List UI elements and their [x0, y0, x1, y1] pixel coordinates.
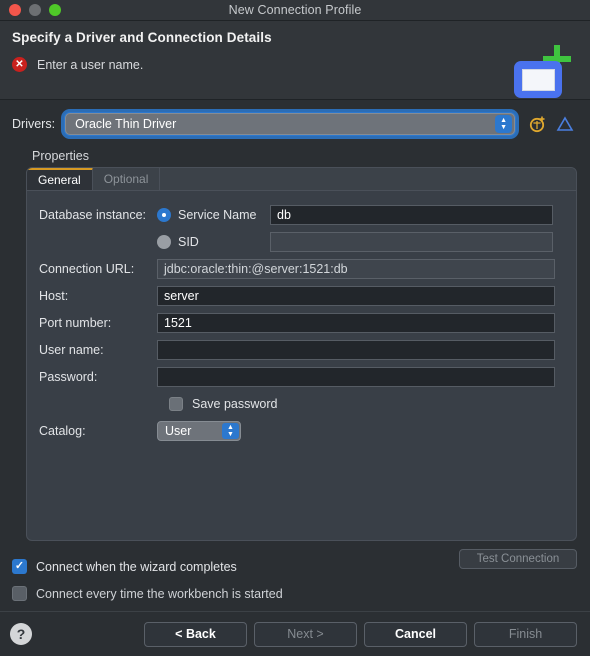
tab-general[interactable]: General: [27, 168, 93, 190]
wizard-header: Specify a Driver and Connection Details …: [0, 21, 590, 100]
catalog-select[interactable]: User ▲ ▼: [157, 420, 241, 441]
catalog-row: Catalog: User ▲ ▼: [27, 417, 576, 444]
sid-radio-dot: [157, 234, 171, 249]
next-button[interactable]: Next >: [254, 621, 357, 647]
new-connection-profile-dialog: New Connection Profile Specify a Driver …: [0, 0, 590, 656]
properties-tabs: General Optional: [27, 168, 576, 191]
port-input[interactable]: 1521: [157, 312, 555, 333]
drivers-select[interactable]: Oracle Thin Driver ▲ ▼: [64, 112, 517, 136]
connection-profile-graphic: [504, 44, 576, 98]
password-input[interactable]: [157, 366, 555, 387]
back-button[interactable]: < Back: [144, 621, 247, 647]
save-password-row[interactable]: Save password: [27, 390, 576, 417]
driver-actions: [529, 115, 574, 133]
host-row: Host: server: [27, 282, 576, 309]
wizard-buttons: < Back Next > Cancel Finish: [137, 621, 577, 647]
drivers-selected-value: Oracle Thin Driver: [75, 117, 177, 131]
password-row: Password:: [27, 363, 576, 390]
connect-wizard-checkbox[interactable]: ✓: [12, 559, 27, 574]
drivers-label: Drivers:: [12, 117, 56, 131]
connection-form: Database instance: Service Name db SID C…: [27, 191, 576, 444]
port-row: Port number: 1521: [27, 309, 576, 336]
database-instance-row: Database instance: Service Name db: [27, 201, 576, 228]
properties-panel: General Optional Database instance: Serv…: [26, 167, 577, 541]
service-name-label: Service Name: [178, 207, 257, 222]
test-connection-button[interactable]: Test Connection: [459, 549, 577, 569]
connect-startup-row[interactable]: Connect every time the workbench is star…: [12, 580, 590, 607]
drivers-row: Drivers: Oracle Thin Driver ▲ ▼: [0, 100, 590, 136]
cancel-button[interactable]: Cancel: [364, 621, 467, 647]
new-driver-icon[interactable]: [529, 115, 547, 133]
sid-label: SID: [178, 234, 199, 249]
chevron-updown-icon: ▲ ▼: [495, 115, 513, 133]
catalog-label: Catalog:: [39, 423, 86, 438]
save-password-label: Save password: [192, 396, 278, 411]
dialog-button-bar: ? < Back Next > Cancel Finish: [0, 611, 590, 656]
save-password-checkbox[interactable]: [169, 396, 183, 411]
catalog-chevron-updown-icon: ▲ ▼: [222, 422, 239, 439]
profile-card-inner: [521, 68, 555, 91]
sid-input[interactable]: [270, 231, 553, 252]
connection-url-input: jdbc:oracle:thin:@server:1521:db: [157, 258, 555, 279]
connect-startup-label: Connect every time the workbench is star…: [36, 586, 283, 601]
service-name-input[interactable]: db: [270, 204, 553, 225]
connect-wizard-label: Connect when the wizard completes: [36, 559, 237, 574]
username-label: User name:: [39, 342, 104, 357]
sid-radio[interactable]: SID: [157, 234, 270, 249]
connection-url-row: Connection URL: jdbc:oracle:thin:@server…: [27, 255, 576, 282]
username-row: User name:: [27, 336, 576, 363]
service-name-radio-dot: [157, 207, 171, 222]
connect-startup-checkbox[interactable]: [12, 586, 27, 601]
host-input[interactable]: server: [157, 285, 555, 306]
password-label: Password:: [39, 369, 98, 384]
error-banner: ✕ Enter a user name.: [12, 57, 576, 72]
error-x-icon: ✕: [12, 57, 27, 72]
error-message: Enter a user name.: [37, 57, 144, 72]
help-button[interactable]: ?: [10, 623, 32, 645]
host-label: Host:: [39, 288, 69, 303]
window-title: New Connection Profile: [228, 3, 362, 17]
database-instance-label: Database instance:: [39, 207, 147, 222]
catalog-selected-value: User: [165, 423, 192, 438]
finish-button[interactable]: Finish: [474, 621, 577, 647]
triangle-icon[interactable]: [556, 115, 574, 133]
sid-row: SID: [27, 228, 576, 255]
page-title: Specify a Driver and Connection Details: [12, 30, 272, 45]
service-name-radio[interactable]: Service Name: [157, 207, 270, 222]
title-bar: New Connection Profile: [0, 0, 590, 21]
tab-optional[interactable]: Optional: [93, 168, 161, 190]
profile-card-icon: [514, 61, 562, 98]
properties-group-label: Properties: [32, 149, 89, 163]
port-label: Port number:: [39, 315, 112, 330]
username-input[interactable]: [157, 339, 555, 360]
connection-url-label: Connection URL:: [39, 261, 135, 276]
